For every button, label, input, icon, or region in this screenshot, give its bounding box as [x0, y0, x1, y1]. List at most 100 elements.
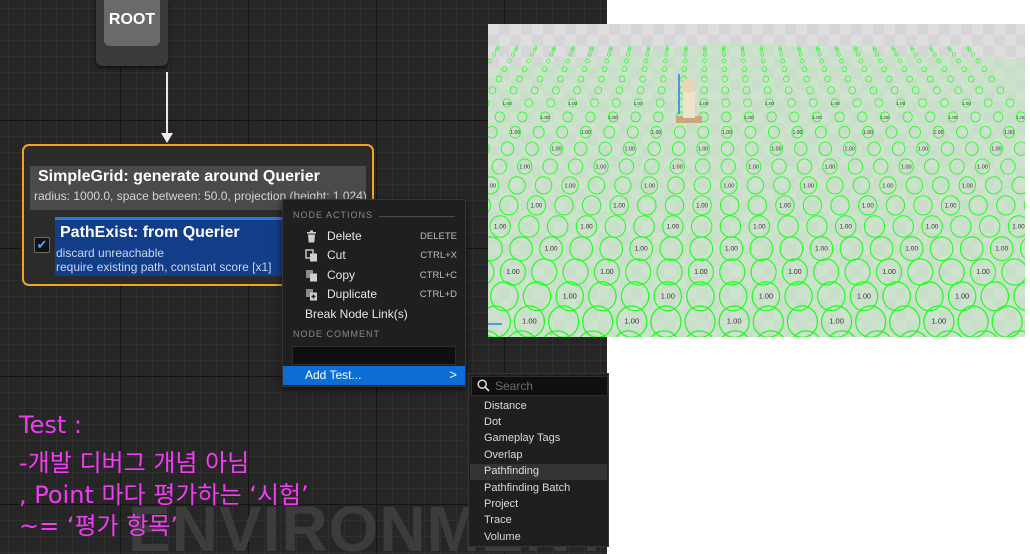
eqs-point-score: 1.00: [625, 147, 635, 153]
submenu-item-distance[interactable]: Distance: [470, 399, 607, 415]
eqs-point-score: 1.00: [722, 130, 732, 136]
menu-item-break-node-links[interactable]: Break Node Link(s): [283, 305, 465, 324]
eqs-point-score: 1.00: [698, 147, 708, 153]
menu-item-label: Cut: [327, 248, 346, 262]
eqs-point-score: 1.00: [600, 269, 614, 276]
eqs-point-score: 1.00: [744, 115, 754, 121]
eqs-point-score: 1.00: [651, 130, 661, 136]
submenu-item-label: Distance: [484, 400, 527, 412]
submenu-item-volume[interactable]: Volume: [470, 530, 607, 546]
submenu-item-label: Trace: [484, 514, 512, 526]
root-node-body: ROOT: [104, 0, 160, 46]
search-input[interactable]: [495, 378, 605, 393]
menu-item-add-test[interactable]: Add Test... >: [283, 366, 465, 385]
eqs-point-score: 1.00: [934, 130, 944, 136]
submenu-item-trace[interactable]: Trace: [470, 513, 607, 529]
section-divider: [379, 216, 455, 217]
eqs-point-score: 1.00: [613, 202, 625, 209]
eqs-debug-viewport[interactable]: 1.00 1.00 1.00 1.00 1.00 1.00 1.00 1.00 1.00 1.00…: [488, 24, 1025, 337]
eqs-point-score: 1.00: [1016, 115, 1025, 121]
submenu-item-pathfinding-batch[interactable]: Pathfinding Batch: [470, 481, 607, 497]
eqs-point-score: 1.00: [540, 115, 550, 121]
eqs-point-score: 1.00: [672, 165, 683, 171]
menu-item-label: Delete: [327, 229, 362, 243]
eqs-point-score: 1.00: [845, 147, 855, 153]
eqs-point-score: 1.00: [882, 183, 893, 189]
eqs-point-score: 1.00: [857, 291, 871, 300]
annotation-line: ~= ‘평가 항목’: [19, 512, 179, 540]
eqs-point-score: 1.00: [699, 101, 709, 106]
eqs-point-score: 1.00: [976, 269, 990, 276]
eqs-point-score: 1.00: [506, 269, 520, 276]
eqs-point-score: 1.00: [694, 269, 708, 276]
eqs-point-score: 1.00: [896, 101, 906, 106]
submenu-item-gameplay-tags[interactable]: Gameplay Tags: [470, 431, 607, 447]
submenu-item-pathfinding[interactable]: Pathfinding: [470, 464, 607, 480]
menu-item-label: Break Node Link(s): [305, 307, 408, 321]
eqs-point-score: 1.00: [563, 291, 577, 300]
node-connection-line: [166, 72, 168, 134]
search-box[interactable]: [471, 376, 608, 396]
eqs-point-score: 1.00: [551, 147, 561, 153]
eqs-point-score: 1.00: [519, 165, 530, 171]
eqs-point-score: 1.00: [831, 101, 841, 106]
eqs-point-score: 1.00: [991, 147, 1001, 153]
eqs-point-score: 1.00: [863, 130, 873, 136]
test-title: PathExist: from Querier: [60, 224, 240, 241]
add-test-submenu: Distance Dot Gameplay Tags Overlap Pathf…: [468, 373, 609, 547]
submenu-item-label: Volume: [484, 531, 521, 543]
eqs-point-score: 1.00: [564, 183, 575, 189]
submenu-item-label: Dot: [484, 416, 502, 428]
copy-icon: [306, 270, 317, 282]
eqs-point-score: 1.00: [545, 246, 558, 253]
menu-item-copy[interactable]: Copy CTRL+C: [283, 266, 465, 285]
submenu-item-label: Overlap: [484, 449, 523, 461]
eqs-point-score: 1.00: [955, 291, 969, 300]
menu-item-duplicate[interactable]: Duplicate CTRL+D: [283, 285, 465, 304]
node-comment-header: NODE COMMENT: [293, 329, 380, 339]
eqs-point-score: 1.00: [945, 202, 957, 209]
menu-item-cut[interactable]: Cut CTRL+X: [283, 246, 465, 265]
submenu-item-overlap[interactable]: Overlap: [470, 448, 607, 464]
eqs-point-score: 1.00: [635, 246, 648, 253]
eqs-point-score: 1.00: [580, 224, 593, 231]
eqs-point-score: 1.00: [596, 165, 607, 171]
search-icon: [477, 379, 490, 392]
eqs-point-score: 1.00: [839, 224, 852, 231]
root-node-label: ROOT: [108, 11, 156, 28]
checkmark-icon: ✔: [36, 237, 48, 252]
trash-icon: [307, 230, 316, 243]
eqs-point-score: 1.00: [634, 101, 644, 106]
eqs-point-score: 1.00: [568, 101, 578, 106]
submenu-item-dot[interactable]: Dot: [470, 415, 607, 431]
eqs-point-score: 1.00: [962, 183, 973, 189]
eqs-point-score: 1.00: [748, 165, 759, 171]
eqs-point-score: 1.00: [1012, 224, 1025, 231]
generator-title: SimpleGrid: generate around Querier: [38, 168, 320, 185]
node-comment-input[interactable]: [292, 346, 456, 365]
eqs-point-score: 1.00: [812, 115, 822, 121]
root-node[interactable]: ROOT: [96, 0, 168, 66]
eqs-point-score: 1.00: [502, 101, 512, 106]
annotation-line: Test :: [19, 411, 82, 439]
eqs-point-score: 1.00: [995, 246, 1008, 253]
shortcut-label: CTRL+D: [419, 289, 457, 300]
eqs-point-score: 1.00: [494, 224, 507, 231]
test-enabled-checkbox[interactable]: ✔: [34, 237, 50, 253]
test-description-line: require existing path, constant score [x…: [56, 260, 272, 274]
eqs-point-score: 1.00: [522, 317, 537, 326]
submenu-item-label: Project: [484, 498, 519, 510]
submenu-item-project[interactable]: Project: [470, 497, 607, 513]
eqs-point-score: 1.00: [727, 317, 742, 326]
submenu-arrow-icon: >: [449, 367, 457, 382]
eqs-point-score: 1.00: [779, 202, 791, 209]
eqs-point-score: 1.00: [824, 165, 835, 171]
eqs-point-score: 1.00: [880, 115, 890, 121]
eqs-point-score: 1.00: [765, 101, 775, 106]
eqs-point-score: 1.00: [803, 183, 814, 189]
menu-item-delete[interactable]: Delete DELETE: [283, 227, 465, 246]
test-description-line: discard unreachable: [56, 246, 165, 260]
submenu-item-label: Pathfinding Batch: [484, 482, 571, 494]
eqs-point-score: 1.00: [723, 183, 734, 189]
eqs-point-score: 1.00: [608, 115, 618, 121]
